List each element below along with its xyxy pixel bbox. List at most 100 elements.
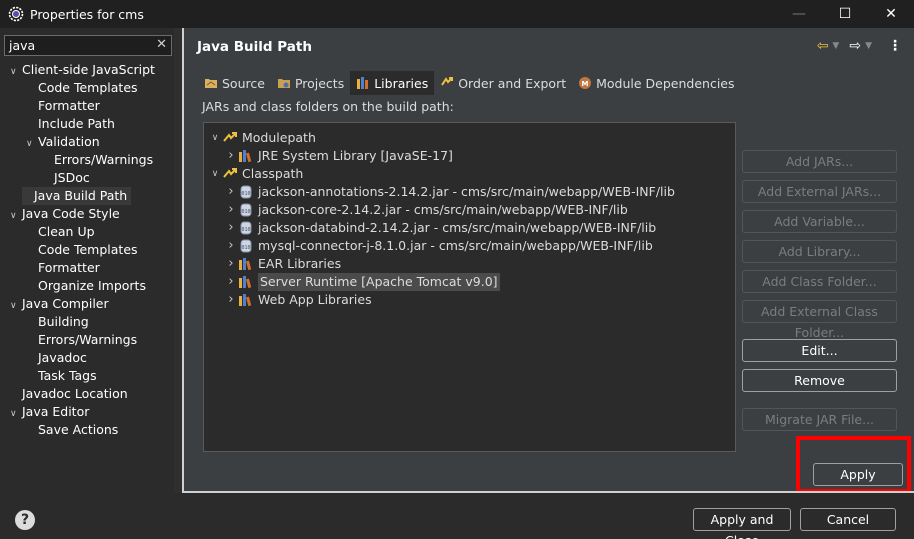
build-path-entry-label: Server Runtime [Apache Tomcat v9.0] — [258, 273, 500, 291]
edit-button[interactable]: Edit... — [742, 339, 897, 362]
add-class-folder-label: Add Class Folder... — [762, 274, 877, 289]
chevron-right-icon[interactable]: › — [224, 273, 238, 291]
chevron-down-icon[interactable]: ∨ — [208, 129, 222, 147]
build-path-entry[interactable]: › Web App Libraries — [224, 291, 372, 309]
tab-label: Projects — [294, 75, 345, 91]
chevron-right-icon[interactable]: › — [224, 201, 238, 219]
add-library-button[interactable]: Add Library... — [742, 240, 897, 263]
nav-tree-item[interactable]: Java Build Path — [22, 187, 132, 205]
module-icon: M — [578, 76, 592, 90]
nav-tree-item[interactable]: ∨ Java Editor — [10, 403, 89, 421]
chevron-down-icon[interactable]: ∨ — [10, 63, 22, 81]
nav-tree-item[interactable]: Save Actions — [26, 421, 118, 439]
close-button[interactable]: ✕ — [868, 0, 914, 28]
forward-dropdown-icon[interactable]: ▼ — [865, 41, 872, 51]
view-menu-icon[interactable]: ⋮ — [888, 38, 902, 54]
nav-tree-item-label: Building — [38, 314, 89, 329]
nav-tree-item[interactable]: ∨ Validation — [26, 133, 100, 151]
library-icon — [238, 293, 254, 307]
clear-filter-icon[interactable]: ✕ — [156, 37, 167, 53]
nav-tree-item[interactable]: Javadoc — [26, 349, 87, 367]
build-path-entry[interactable]: ∨ Modulepath — [208, 129, 316, 147]
nav-tree-item[interactable]: Building — [26, 313, 89, 331]
nav-tree-item-label: Save Actions — [38, 422, 119, 437]
filter-input[interactable]: java ✕ — [4, 35, 172, 56]
nav-tree-item[interactable]: Code Templates — [26, 79, 138, 97]
chevron-right-icon[interactable]: › — [224, 255, 238, 273]
dialog-footer: ? Apply and Close Cancel — [0, 493, 914, 539]
tab-order-export[interactable]: Order and Export — [434, 71, 572, 95]
build-path-entry[interactable]: › 010 mysql-connector-j-8.1.0.jar - cms/sr… — [224, 237, 652, 255]
title-bar: Properties for cms — ☐ ✕ — [0, 0, 914, 28]
library-icon — [238, 149, 254, 163]
nav-tree-item[interactable]: JSDoc — [42, 169, 90, 187]
nav-tree-item-label: Java Editor — [22, 404, 90, 419]
tab-libraries[interactable]: Libraries — [350, 71, 435, 95]
nav-tree-item[interactable]: Errors/Warnings — [42, 151, 153, 169]
build-path-entry[interactable]: › 010 jackson-databind-2.14.2.jar - cms/sr… — [224, 219, 656, 237]
jar-icon: 010 — [238, 221, 254, 235]
path-icon — [222, 167, 238, 181]
build-path-entry[interactable]: › EAR Libraries — [224, 255, 341, 273]
projects-icon — [277, 76, 291, 90]
nav-tree-item[interactable]: Clean Up — [26, 223, 95, 241]
nav-tree-item[interactable]: Include Path — [26, 115, 115, 133]
chevron-down-icon[interactable]: ∨ — [208, 165, 222, 183]
nav-tree-item[interactable]: Errors/Warnings — [26, 331, 137, 349]
back-dropdown-icon[interactable]: ▼ — [832, 41, 839, 51]
chevron-right-icon[interactable]: › — [224, 183, 238, 201]
build-path-entry[interactable]: › Server Runtime [Apache Tomcat v9.0] — [224, 273, 500, 291]
help-icon[interactable]: ? — [15, 510, 35, 530]
nav-tree-item[interactable]: ∨ Java Compiler — [10, 295, 109, 313]
remove-button[interactable]: Remove — [742, 369, 897, 392]
build-path-entry[interactable]: › JRE System Library [JavaSE-17] — [224, 147, 453, 165]
filter-text: java — [9, 38, 36, 53]
chevron-down-icon[interactable]: ∨ — [10, 297, 22, 315]
tab-projects[interactable]: Projects — [271, 71, 350, 95]
tab-module[interactable]: M Module Dependencies — [572, 71, 740, 95]
back-arrow-icon[interactable]: ⇦ — [817, 38, 829, 54]
chevron-right-icon[interactable]: › — [224, 291, 238, 309]
add-external-jars-label: Add External JARs... — [757, 184, 882, 199]
build-path-entry[interactable]: › 010 jackson-core-2.14.2.jar - cms/src/ma… — [224, 201, 627, 219]
forward-arrow-icon[interactable]: ⇨ — [849, 38, 861, 54]
nav-tree-item[interactable]: ∨ Client-side JavaScript — [10, 61, 155, 79]
svg-text:M: M — [582, 80, 589, 88]
build-path-entry[interactable]: ∨ Classpath — [208, 165, 304, 183]
build-path-entry-label: Web App Libraries — [258, 292, 372, 307]
chevron-down-icon[interactable]: ∨ — [10, 207, 22, 225]
nav-tree-item-label: Client-side JavaScript — [22, 62, 155, 77]
nav-tree-item[interactable]: Formatter — [26, 259, 100, 277]
edit-label: Edit... — [801, 343, 838, 358]
chevron-down-icon[interactable]: ∨ — [10, 405, 22, 423]
nav-tree-item[interactable]: Code Templates — [26, 241, 138, 259]
build-path-entry[interactable]: › 010 jackson-annotations-2.14.2.jar - cms… — [224, 183, 675, 201]
add-jars-button[interactable]: Add JARs... — [742, 150, 897, 173]
add-variable-label: Add Variable... — [774, 214, 865, 229]
chevron-right-icon[interactable]: › — [224, 237, 238, 255]
apply-and-close-label: Apply and Close — [710, 512, 774, 539]
add-class-folder-button[interactable]: Add Class Folder... — [742, 270, 897, 293]
add-external-class-folder-button[interactable]: Add External Class Folder... — [742, 300, 897, 340]
nav-tree-item-label: Formatter — [38, 260, 100, 275]
add-variable-button[interactable]: Add Variable... — [742, 210, 897, 233]
nav-tree-item[interactable]: Organize Imports — [26, 277, 146, 295]
maximize-button[interactable]: ☐ — [822, 0, 868, 28]
chevron-down-icon[interactable]: ∨ — [26, 135, 38, 153]
add-jars-label: Add JARs... — [785, 154, 854, 169]
add-external-jars-button[interactable]: Add External JARs... — [742, 180, 897, 203]
chevron-right-icon[interactable]: › — [224, 219, 238, 237]
build-path-tree[interactable]: ∨ Modulepath › JRE System Library [JavaSE-1… — [203, 122, 736, 452]
nav-tree-item[interactable]: Formatter — [26, 97, 100, 115]
cancel-button[interactable]: Cancel — [800, 508, 896, 531]
migrate-jar-button[interactable]: Migrate JAR File... — [742, 408, 897, 431]
nav-tree-item[interactable]: ∨ Java Code Style — [10, 205, 120, 223]
nav-tree-item[interactable]: Javadoc Location — [10, 385, 128, 403]
chevron-right-icon[interactable]: › — [224, 147, 238, 165]
minimize-button[interactable]: — — [776, 0, 822, 28]
nav-tree-item[interactable]: Task Tags — [26, 367, 97, 385]
svg-text:010: 010 — [241, 227, 250, 233]
apply-and-close-button[interactable]: Apply and Close — [693, 508, 791, 539]
cancel-label: Cancel — [826, 512, 870, 527]
tab-source-folder[interactable]: Source — [198, 71, 271, 95]
